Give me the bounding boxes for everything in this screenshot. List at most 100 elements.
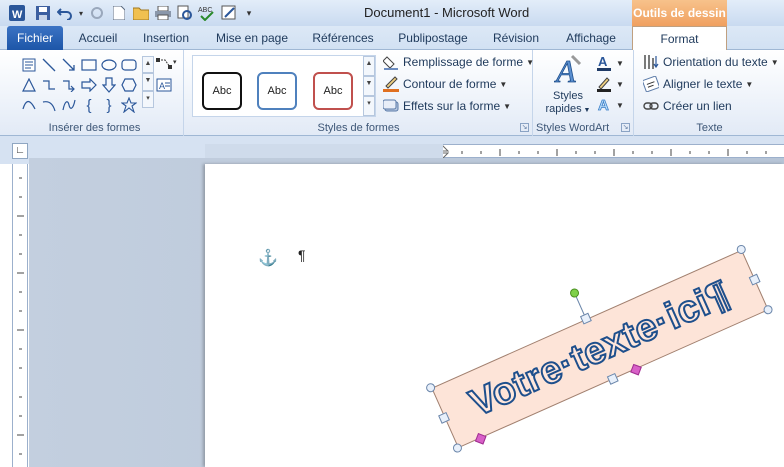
group-text: Orientation du texte ▼ Aligner le texte ▼ … — [635, 50, 784, 136]
text-box-draw-icon[interactable]: A — [156, 78, 172, 92]
align-text-dropdown-icon: ▼ — [745, 79, 754, 89]
group-label-shape-styles: Styles de formes — [317, 122, 400, 134]
star-shape-icon[interactable] — [120, 96, 138, 114]
align-text-button[interactable]: Aligner le texte ▼ — [643, 75, 753, 93]
shape-style-black[interactable]: Abc — [202, 72, 242, 110]
down-arrow-shape-icon[interactable] — [100, 76, 118, 94]
anchor-icon: ⚓ — [258, 250, 278, 267]
shape-outline-button[interactable]: Contour de forme ▼ — [383, 75, 507, 93]
shape-styles-scroll[interactable]: ▲ ▼ ▾ — [363, 56, 375, 116]
tab-references[interactable]: Références — [306, 26, 380, 50]
shape-fill-button[interactable]: Remplissage de forme ▼ — [383, 53, 534, 71]
tab-mise-en-page[interactable]: Mise en page — [208, 26, 296, 50]
svg-text:▼: ▼ — [616, 59, 624, 68]
context-tab-header: Outils de dessin — [632, 0, 727, 26]
shape-style-red[interactable]: Abc — [313, 72, 353, 110]
svg-text:A: A — [598, 97, 609, 114]
rectangle-shape-icon[interactable] — [80, 56, 98, 74]
rounded-rectangle-shape-icon[interactable] — [120, 56, 138, 74]
more-icon[interactable]: ▾ — [142, 90, 154, 108]
new-document-icon[interactable] — [110, 4, 128, 22]
freeform-shape-icon[interactable] — [60, 96, 78, 114]
group-label-insert-shapes: Insérer des formes — [48, 122, 141, 134]
line-shape-icon[interactable] — [40, 56, 58, 74]
window-title: Document1 - Microsoft Word — [364, 5, 530, 20]
paragraph-mark: ¶ — [298, 247, 306, 263]
textbox-shape-icon[interactable] — [20, 56, 38, 74]
svg-text:A: A — [159, 81, 165, 91]
word-app-icon[interactable]: W — [8, 4, 26, 22]
text-fill-button[interactable]: A ▼ — [596, 54, 626, 72]
svg-text:▼: ▼ — [616, 80, 624, 89]
right-brace-shape-icon[interactable]: } — [100, 96, 118, 114]
shape-effects-label: Effets sur la forme — [403, 99, 501, 113]
text-effects-button[interactable]: A ▼ — [596, 96, 626, 115]
tab-format[interactable]: Format — [632, 26, 727, 51]
shape-style-blue[interactable]: Abc — [257, 72, 297, 110]
shapes-gallery[interactable]: { } — [20, 56, 140, 114]
elbow-connector-shape-icon[interactable] — [40, 76, 58, 94]
tab-revision[interactable]: Révision — [486, 26, 546, 50]
svg-text:A: A — [598, 54, 608, 69]
tab-accueil[interactable]: Accueil — [70, 26, 126, 50]
horizontal-ruler-margin — [205, 144, 443, 158]
oval-shape-icon[interactable] — [100, 56, 118, 74]
shape-effects-dropdown-icon: ▼ — [503, 101, 512, 111]
shape-effects-icon — [383, 98, 399, 114]
curve-shape-icon[interactable] — [20, 96, 38, 114]
quick-styles-label-1: Styles — [553, 90, 583, 102]
open-folder-icon[interactable] — [132, 4, 150, 22]
tab-affichage[interactable]: Affichage — [556, 26, 626, 50]
shape-outline-label: Contour de forme — [403, 77, 497, 91]
spelling-check-icon[interactable]: ABC — [198, 4, 216, 22]
shape-fill-dropdown-icon: ▼ — [526, 57, 534, 67]
edit-shape-icon[interactable]: ▾ — [156, 56, 177, 72]
tab-insertion[interactable]: Insertion — [134, 26, 198, 50]
paint-bucket-icon — [383, 54, 399, 70]
group-label-text: Texte — [696, 122, 723, 134]
arrow-line-shape-icon[interactable] — [60, 56, 78, 74]
group-shape-styles: Abc Abc Abc ▲ ▼ ▾ Remplissage de forme ▼ … — [185, 50, 534, 136]
svg-text:▾: ▾ — [173, 59, 177, 66]
chain-link-icon — [643, 98, 659, 114]
wordart-launcher-icon[interactable]: ↘ — [621, 123, 630, 132]
text-direction-button[interactable]: Orientation du texte ▼ — [643, 53, 779, 71]
redo-icon[interactable] — [88, 4, 106, 22]
draw-table-icon[interactable] — [220, 4, 238, 22]
customize-qat-icon[interactable]: ▾ — [240, 4, 258, 22]
create-link-button[interactable]: Créer un lien — [643, 97, 732, 115]
styles-scroll-down-icon[interactable]: ▼ — [363, 76, 375, 96]
group-insert-shapes: { } ▲ ▼ ▾ ▾ A Insérer des formes — [6, 50, 184, 136]
pen-outline-icon — [383, 76, 399, 92]
tab-selector-icon[interactable]: ∟ — [12, 143, 28, 159]
print-preview-icon[interactable] — [176, 4, 194, 22]
text-direction-label: Orientation du texte — [663, 55, 768, 69]
styles-scroll-up-icon[interactable]: ▲ — [363, 56, 375, 76]
create-link-label: Créer un lien — [663, 99, 732, 113]
shape-effects-button[interactable]: Effets sur la forme ▼ — [383, 97, 511, 115]
scroll-up-icon[interactable]: ▲ — [142, 56, 154, 74]
group-label-wordart: Styles WordArt — [536, 122, 610, 134]
save-icon[interactable] — [34, 4, 52, 22]
tab-fichier[interactable]: Fichier — [7, 26, 63, 50]
tab-publipostage[interactable]: Publipostage — [390, 26, 476, 50]
shape-styles-launcher-icon[interactable]: ↘ — [520, 123, 529, 132]
print-icon[interactable] — [154, 4, 172, 22]
flowchart-shape-icon[interactable] — [120, 76, 138, 94]
shape-styles-gallery[interactable]: Abc Abc Abc ▲ ▼ ▾ — [192, 55, 376, 117]
text-direction-dropdown-icon: ▼ — [770, 57, 779, 67]
align-text-label: Aligner le texte — [663, 77, 743, 91]
vertical-ruler[interactable] — [12, 164, 28, 467]
arc-shape-icon[interactable] — [40, 96, 58, 114]
shapes-gallery-scroll[interactable]: ▲ ▼ ▾ — [142, 56, 154, 108]
styles-more-icon[interactable]: ▾ — [363, 96, 375, 116]
triangle-shape-icon[interactable] — [20, 76, 38, 94]
elbow-arrow-connector-shape-icon[interactable] — [60, 76, 78, 94]
text-outline-button[interactable]: ▼ — [596, 75, 626, 93]
quick-styles-button[interactable]: A Styles rapides ▼ — [542, 52, 594, 118]
ribbon: { } ▲ ▼ ▾ ▾ A Insérer des formes Abc Abc… — [0, 50, 784, 136]
scroll-down-icon[interactable]: ▼ — [142, 73, 154, 91]
right-arrow-shape-icon[interactable] — [80, 76, 98, 94]
quick-styles-label-2: rapides — [545, 103, 582, 115]
left-brace-shape-icon[interactable]: { — [80, 96, 98, 114]
